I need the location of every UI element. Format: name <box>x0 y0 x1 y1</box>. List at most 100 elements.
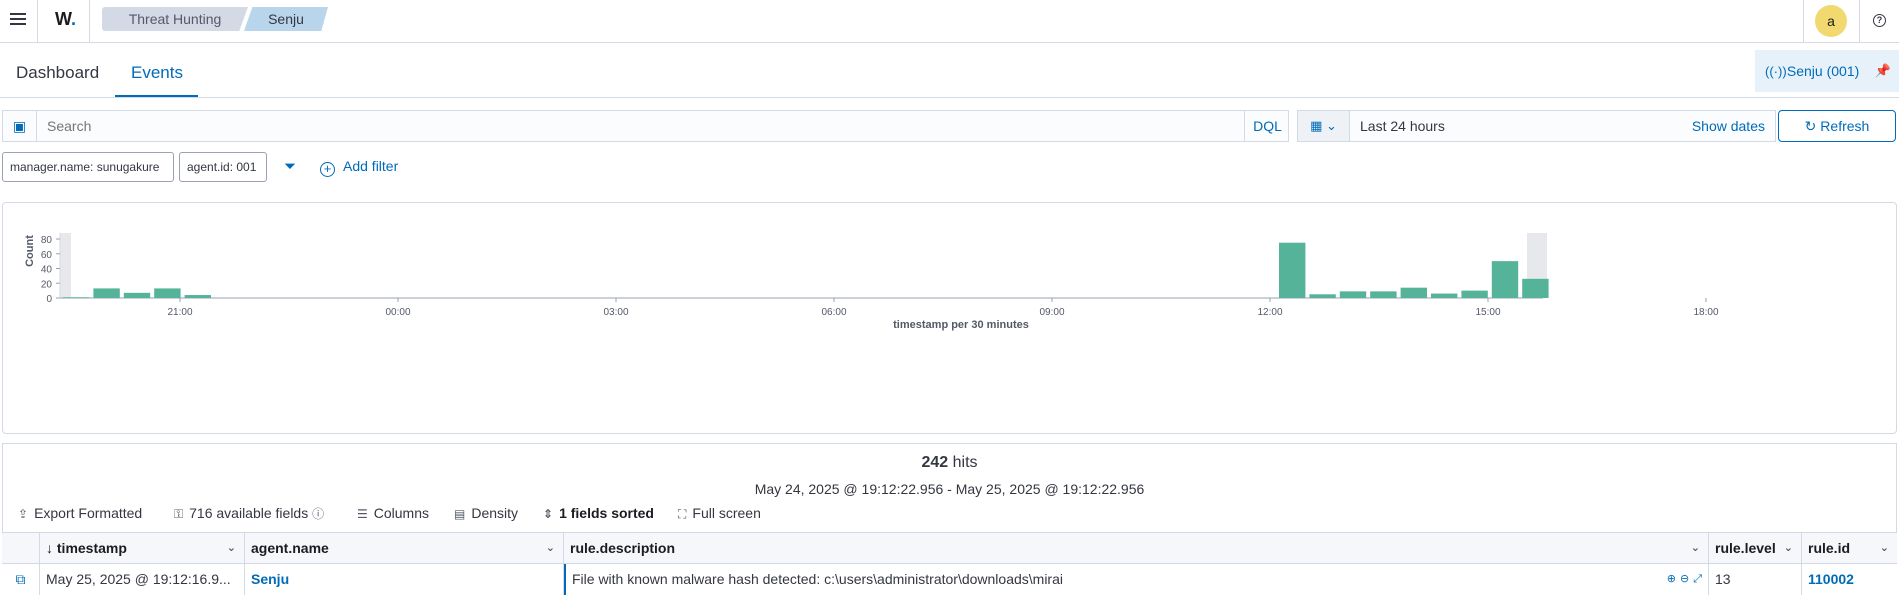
divider <box>37 0 38 43</box>
rule-description-text: File with known malware hash detected: c… <box>572 571 1063 587</box>
y-tick-label: 80 <box>41 235 53 246</box>
column-header-rule-id[interactable]: rule.id ⌄ <box>1802 533 1897 564</box>
saved-query-icon[interactable]: ▣ <box>3 111 37 141</box>
histogram-bar <box>1491 261 1519 298</box>
x-tick-label: 09:00 <box>1039 307 1064 318</box>
divider <box>89 0 90 43</box>
histogram-bar <box>1279 242 1306 298</box>
menu-icon[interactable] <box>8 10 28 30</box>
density-label: Density <box>471 505 519 521</box>
filter-chip-agent[interactable]: agent.id: 001 <box>179 152 267 182</box>
sort-label: 1 fields sorted <box>559 505 654 521</box>
chevron-down-icon[interactable]: ⌄ <box>1880 533 1889 564</box>
column-header-agent-name[interactable]: agent.name ⌄ <box>245 533 564 564</box>
column-label: agent.name <box>251 540 329 556</box>
search-bar: ▣ DQL <box>2 110 1289 142</box>
query-language-button[interactable]: DQL <box>1244 111 1290 141</box>
date-range-label[interactable]: Last 24 hours <box>1360 111 1445 141</box>
column-header-timestamp[interactable]: ↓ timestamp ⌄ <box>40 533 245 564</box>
x-axis-title: timestamp per 30 minutes <box>893 319 1029 331</box>
table-header: ↓ timestamp ⌄ agent.name ⌄ rule.descriptio… <box>2 532 1897 564</box>
add-filter-label: Add filter <box>343 158 399 174</box>
histogram-bar <box>1339 291 1367 298</box>
density-button[interactable]: ▤ Density <box>454 505 518 521</box>
x-tick-label: 21:00 <box>167 307 192 318</box>
cell-actions: ⊕ ⊖ ⤢ <box>1663 564 1702 595</box>
chevron-down-icon[interactable]: ⌄ <box>546 533 555 564</box>
histogram-bar <box>1370 291 1397 298</box>
histogram-bar <box>1400 287 1427 298</box>
y-tick-label: 40 <box>41 265 53 276</box>
column-label: timestamp <box>56 540 127 556</box>
column-header-rule-level[interactable]: rule.level ⌄ <box>1709 533 1802 564</box>
x-tick-label: 06:00 <box>821 307 846 318</box>
filter-out-icon[interactable]: ⊖ <box>1680 573 1689 585</box>
column-label: rule.id <box>1808 540 1851 556</box>
y-axis-title: Count <box>24 235 36 267</box>
cell-agent-name[interactable]: Senju <box>245 564 564 595</box>
tab-events[interactable]: Events <box>131 63 183 83</box>
cell-rule-description[interactable]: File with known malware hash detected: c… <box>564 564 1709 595</box>
cell-rule-level: 13 <box>1709 564 1802 595</box>
histogram-bar <box>1431 293 1458 298</box>
cell-rule-id[interactable]: 110002 <box>1802 564 1897 595</box>
chevron-down-icon[interactable]: ⌄ <box>1784 533 1793 564</box>
breadcrumb-senju[interactable]: Senju <box>244 7 328 31</box>
chevron-down-icon[interactable]: ⌄ <box>227 533 236 564</box>
fields-icon: ⚿ <box>174 507 184 521</box>
signal-icon: ((·)) <box>1765 64 1787 79</box>
histogram-bar <box>63 297 90 298</box>
tab-bar: Dashboard Events ((·)) Senju (001) 📌 <box>0 43 1899 98</box>
refresh-button[interactable]: ↻ Refresh <box>1778 110 1896 142</box>
logo-text: W <box>55 9 71 29</box>
fullscreen-label: Full screen <box>692 505 761 521</box>
expand-cell-icon[interactable]: ⤢ <box>1693 573 1702 585</box>
column-header-rule-description[interactable]: rule.description ⌄ <box>564 533 1709 564</box>
breadcrumb-threat-hunting[interactable]: Threat Hunting <box>102 7 248 31</box>
fullscreen-button[interactable]: ⛶ Full screen <box>678 505 761 522</box>
divider <box>1803 0 1804 43</box>
y-tick-label: 20 <box>41 279 53 290</box>
expand-row-icon[interactable]: ⧉ <box>2 564 40 595</box>
app-logo[interactable]: W. <box>55 9 76 30</box>
export-icon: ⇪ <box>18 507 29 521</box>
date-picker: ▦ ⌄ Last 24 hours Show dates <box>1297 110 1776 142</box>
available-fields-button[interactable]: ⚿ 716 available fields ⓘ <box>174 505 330 522</box>
tab-dashboard[interactable]: Dashboard <box>16 63 99 83</box>
column-label: rule.level <box>1715 540 1776 556</box>
columns-button[interactable]: ☰ Columns <box>357 505 429 521</box>
chevron-down-icon[interactable]: ⌄ <box>1691 533 1700 564</box>
column-label: rule.description <box>570 540 676 556</box>
search-input[interactable] <box>47 111 1247 141</box>
export-button[interactable]: ⇪ Export Formatted <box>18 505 142 521</box>
filter-for-icon[interactable]: ⊕ <box>1667 573 1676 585</box>
histogram-bar <box>1461 290 1488 298</box>
top-header: W. Threat Hunting Senju a ? <box>0 0 1899 43</box>
active-tab-indicator <box>115 95 198 97</box>
fullscreen-icon: ⛶ <box>678 507 687 521</box>
refresh-icon: ↻ <box>1804 118 1821 134</box>
filter-chip-manager[interactable]: manager.name: sunugakure <box>2 152 174 182</box>
density-icon: ▤ <box>454 507 466 521</box>
calendar-icon[interactable]: ▦ ⌄ <box>1298 111 1350 141</box>
avatar[interactable]: a <box>1815 5 1847 37</box>
x-tick-label: 00:00 <box>385 307 410 318</box>
filter-icon[interactable]: ⏷ <box>284 158 296 175</box>
x-tick-label: 18:00 <box>1693 307 1718 318</box>
x-tick-label: 12:00 <box>1257 307 1282 318</box>
help-icon[interactable]: ? <box>1873 14 1886 27</box>
histogram-bar <box>154 288 181 298</box>
pin-icon[interactable]: 📌 <box>1875 50 1891 92</box>
info-icon: ⓘ <box>312 507 325 521</box>
time-range-text: May 24, 2025 @ 19:12:22.956 - May 25, 20… <box>754 481 1145 497</box>
add-filter-button[interactable]: + Add filter <box>320 158 398 177</box>
header-control-cell <box>2 533 40 564</box>
columns-icon: ☰ <box>357 507 368 521</box>
show-dates-link[interactable]: Show dates <box>1692 111 1765 141</box>
x-tick-label: 15:00 <box>1475 307 1500 318</box>
logo-dot: . <box>71 9 77 29</box>
histogram-bar <box>123 292 151 298</box>
agent-selector[interactable]: ((·)) Senju (001) 📌 <box>1755 50 1899 92</box>
sort-button[interactable]: ⇕ 1 fields sorted <box>543 505 654 521</box>
y-tick-label: 0 <box>46 294 52 305</box>
